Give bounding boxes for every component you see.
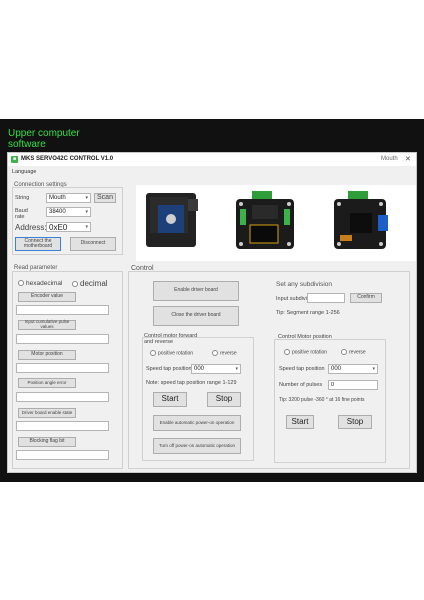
dec-radio[interactable]: decimal [72,279,108,288]
baud-select[interactable]: 38400 ▾ [46,207,91,217]
forward-speed-value: 000 [194,366,205,372]
dec-radio-label: decimal [80,279,108,288]
scan-button[interactable]: Scan [94,193,116,203]
forward-reverse-radio[interactable]: reverse [212,350,237,356]
address-label: Address: [15,223,47,232]
window-title: MKS SERVO42C CONTROL V1.0 [21,156,114,162]
enable-state-field[interactable] [16,421,109,431]
address-select-value: 0xE0 [49,222,68,232]
chevron-down-icon: ▾ [235,366,238,372]
address-select[interactable]: 0xE0 ▾ [46,222,91,232]
forward-speed-select[interactable]: 000 ▾ [191,364,241,374]
mp-stop-button[interactable]: Stop [338,415,372,429]
close-driver-button[interactable]: Close the driver board [153,306,239,326]
mp-speed-label: Speed tap position [279,366,325,372]
string-label: String [15,195,30,201]
motor-position-tip: Tip: 3200 pulse -360 ° at 16 fine points [279,397,365,403]
enable-driver-button[interactable]: Enable driver board [153,281,239,301]
angle-button[interactable]: Position angle error [18,378,76,388]
pulses-count-label: Number of pulses [279,382,323,388]
forward-positive-label: positive rotation [158,350,194,357]
pulses-button[interactable]: Input cumulative pulse values [18,319,76,330]
radio-icon [341,349,347,355]
menu-language[interactable]: Language [12,169,36,175]
mp-reverse-label: reverse [349,349,366,356]
chevron-down-icon: ▾ [85,195,88,201]
confirm-button[interactable]: Confirm [350,293,382,303]
menu-bar: Language [8,167,416,177]
port-select-value: Mouth [49,195,66,201]
radio-icon [212,350,218,356]
mp-reverse-radio[interactable]: reverse [341,349,366,355]
auto-on-button[interactable]: Enable automatic power-on operation [153,415,241,431]
forward-stop-button[interactable]: Stop [207,392,241,407]
radio-icon [150,350,156,356]
forward-reverse-label: reverse [220,350,237,357]
angle-field[interactable] [16,392,109,402]
banner-caption: Upper computer software [8,128,80,150]
subdivision-input[interactable] [307,293,345,303]
chevron-down-icon: ▾ [85,224,88,230]
app-window: ■ MKS SERVO42C CONTROL V1.0 Mouth ✕ Lang… [7,152,417,473]
blocking-field[interactable] [16,450,109,460]
encoder-field[interactable] [16,305,109,315]
mp-speed-value: 000 [331,366,342,372]
board-images-svg [145,190,388,252]
board-photos [136,185,416,261]
app-icon: ■ [11,156,18,163]
subdivision-header: Set any subdivision [276,281,333,288]
mp-speed-select[interactable]: 000 ▾ [328,364,378,374]
disconnect-button[interactable]: Disconnect [70,237,116,251]
forward-positive-radio[interactable]: positive rotation [150,350,193,356]
blocking-button[interactable]: Blocking flag bit [18,437,76,447]
position-field[interactable] [16,363,109,373]
banner-line-1: Upper computer [8,128,80,139]
forward-speed-label: Speed tap position [146,366,192,372]
encoder-button[interactable]: Encoder value [18,292,76,302]
pulses-field[interactable] [16,334,109,344]
banner-line-2: software [8,139,46,150]
subdivision-tip: Tip: Segment range 1-256 [276,310,340,316]
board-front-image [236,191,294,249]
title-bar: ■ MKS SERVO42C CONTROL V1.0 Mouth ✕ [8,153,416,166]
radio-icon [72,280,78,287]
enable-state-button[interactable]: Driver board enable state [18,408,76,418]
motor-image [145,190,203,252]
port-select[interactable]: Mouth ▾ [46,193,91,203]
forward-start-button[interactable]: Start [153,392,187,407]
position-button[interactable]: Motor position [18,350,76,360]
chevron-down-icon: ▾ [372,366,375,372]
mp-positive-label: positive rotation [292,349,328,356]
mp-positive-radio[interactable]: positive rotation [284,349,327,355]
speed-note: Note: speed tap position range 1-129 [146,380,237,386]
radio-icon [18,280,24,287]
baud-select-value: 38400 [49,209,66,215]
pulses-count-input[interactable]: 0 [328,380,378,390]
auto-off-button[interactable]: Turn off power-on automatic operation [153,438,241,454]
board-back-image [334,191,388,249]
port-label: Mouth [381,156,398,162]
hex-radio[interactable]: hexadecimal [18,280,63,287]
baud-label: Baud rate [15,208,28,220]
mp-start-button[interactable]: Start [286,415,314,429]
connect-button[interactable]: Connect the motherboard [15,237,61,251]
chevron-down-icon: ▾ [85,209,88,215]
hex-radio-label: hexadecimal [26,280,63,287]
close-icon[interactable]: ✕ [405,155,411,163]
radio-icon [284,349,290,355]
